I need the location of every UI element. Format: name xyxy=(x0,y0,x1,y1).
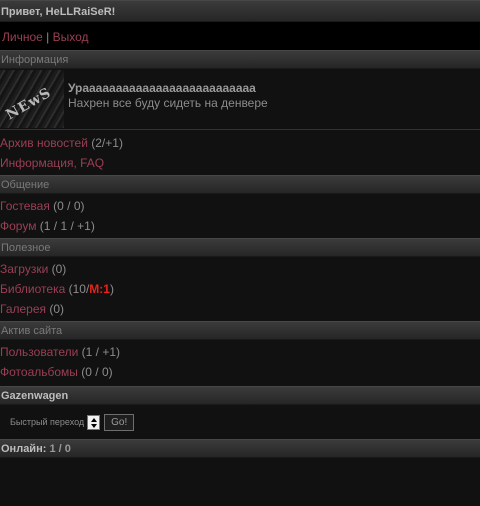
users-count: (1 / +1) xyxy=(81,345,121,359)
albums-row: Фотоальбомы (0 / 0) xyxy=(0,362,480,382)
news-logo-text: NEwS xyxy=(3,84,55,124)
guestbook-row: Гостевая (0 / 0) xyxy=(0,196,480,216)
news-title: Урaaaaaaaaaaaaaaaaaaaaaaaaaa xyxy=(68,81,256,95)
faq-link[interactable]: Информация, FAQ xyxy=(0,156,104,170)
downloads-count: (0) xyxy=(51,262,67,276)
forum-link[interactable]: Форум xyxy=(0,219,36,233)
downloads-row: Загрузки (0) xyxy=(0,259,480,279)
library-count-close: ) xyxy=(109,282,114,296)
quick-jump-bar: Быстрый переход Go! xyxy=(0,405,480,439)
gazenwagen-header: Gazenwagen xyxy=(0,386,480,405)
go-button[interactable]: Go! xyxy=(104,413,135,431)
useful-header: Полезное xyxy=(0,238,480,257)
forum-count: (1 / 1 / +1) xyxy=(39,219,95,233)
guestbook-count: (0 / 0) xyxy=(53,199,85,213)
albums-link[interactable]: Фотоальбомы xyxy=(0,365,78,379)
useful-links: Загрузки (0) Библиотека (10/M:1) Галерея… xyxy=(0,257,480,321)
online-footer: Онлайн: 1 / 0 xyxy=(0,439,480,458)
activity-links: Пользователи (1 / +1) Фотоальбомы (0 / 0… xyxy=(0,340,480,384)
faq-row: Информация, FAQ xyxy=(0,153,480,173)
users-link[interactable]: Пользователи xyxy=(0,345,78,359)
library-count: (10/ xyxy=(68,282,90,296)
library-link[interactable]: Библиотека xyxy=(0,282,65,296)
library-row: Библиотека (10/M:1) xyxy=(0,279,480,299)
communication-header: Общение xyxy=(0,175,480,194)
archive-link[interactable]: Архив новостей xyxy=(0,136,88,150)
online-count: 1 / 0 xyxy=(49,443,71,455)
downloads-link[interactable]: Загрузки xyxy=(0,262,48,276)
online-label: Онлайн: xyxy=(1,443,47,455)
archive-count: (2/+1) xyxy=(91,136,123,150)
news-text: Нахрен все буду сидеть на денвере xyxy=(68,96,268,110)
info-header: Информация xyxy=(0,50,480,69)
news-logo-image: NEwS xyxy=(0,70,64,128)
quick-jump-select[interactable]: Быстрый переход xyxy=(10,417,84,427)
news-content: Урaaaaaaaaaaaaaaaaaaaaaaaaaa Нахрен все … xyxy=(68,81,268,111)
activity-header: Актив сайта xyxy=(0,321,480,340)
communication-links: Гостевая (0 / 0) Форум (1 / 1 / +1) xyxy=(0,194,480,238)
users-row: Пользователи (1 / +1) xyxy=(0,342,480,362)
select-arrows-icon[interactable] xyxy=(87,414,101,430)
gallery-count: (0) xyxy=(49,302,65,316)
info-links: Архив новостей (2/+1) Информация, FAQ xyxy=(0,130,480,175)
logout-link[interactable]: Выход xyxy=(53,30,89,44)
forum-row: Форум (1 / 1 / +1) xyxy=(0,216,480,236)
account-divider: | xyxy=(46,30,50,44)
news-block: NEwS Урaaaaaaaaaaaaaaaaaaaaaaaaaa Нахрен… xyxy=(0,69,480,130)
account-bar: Личное | Выход xyxy=(0,22,480,50)
albums-count: (0 / 0) xyxy=(81,365,113,379)
gallery-row: Галерея (0) xyxy=(0,299,480,319)
archive-row: Архив новостей (2/+1) xyxy=(0,133,480,153)
personal-link[interactable]: Личное xyxy=(2,30,43,44)
library-moderation-badge[interactable]: M:1 xyxy=(89,282,110,296)
greeting-header: Привет, HeLLRaiSeR! xyxy=(0,0,480,22)
guestbook-link[interactable]: Гостевая xyxy=(0,199,50,213)
gallery-link[interactable]: Галерея xyxy=(0,302,46,316)
